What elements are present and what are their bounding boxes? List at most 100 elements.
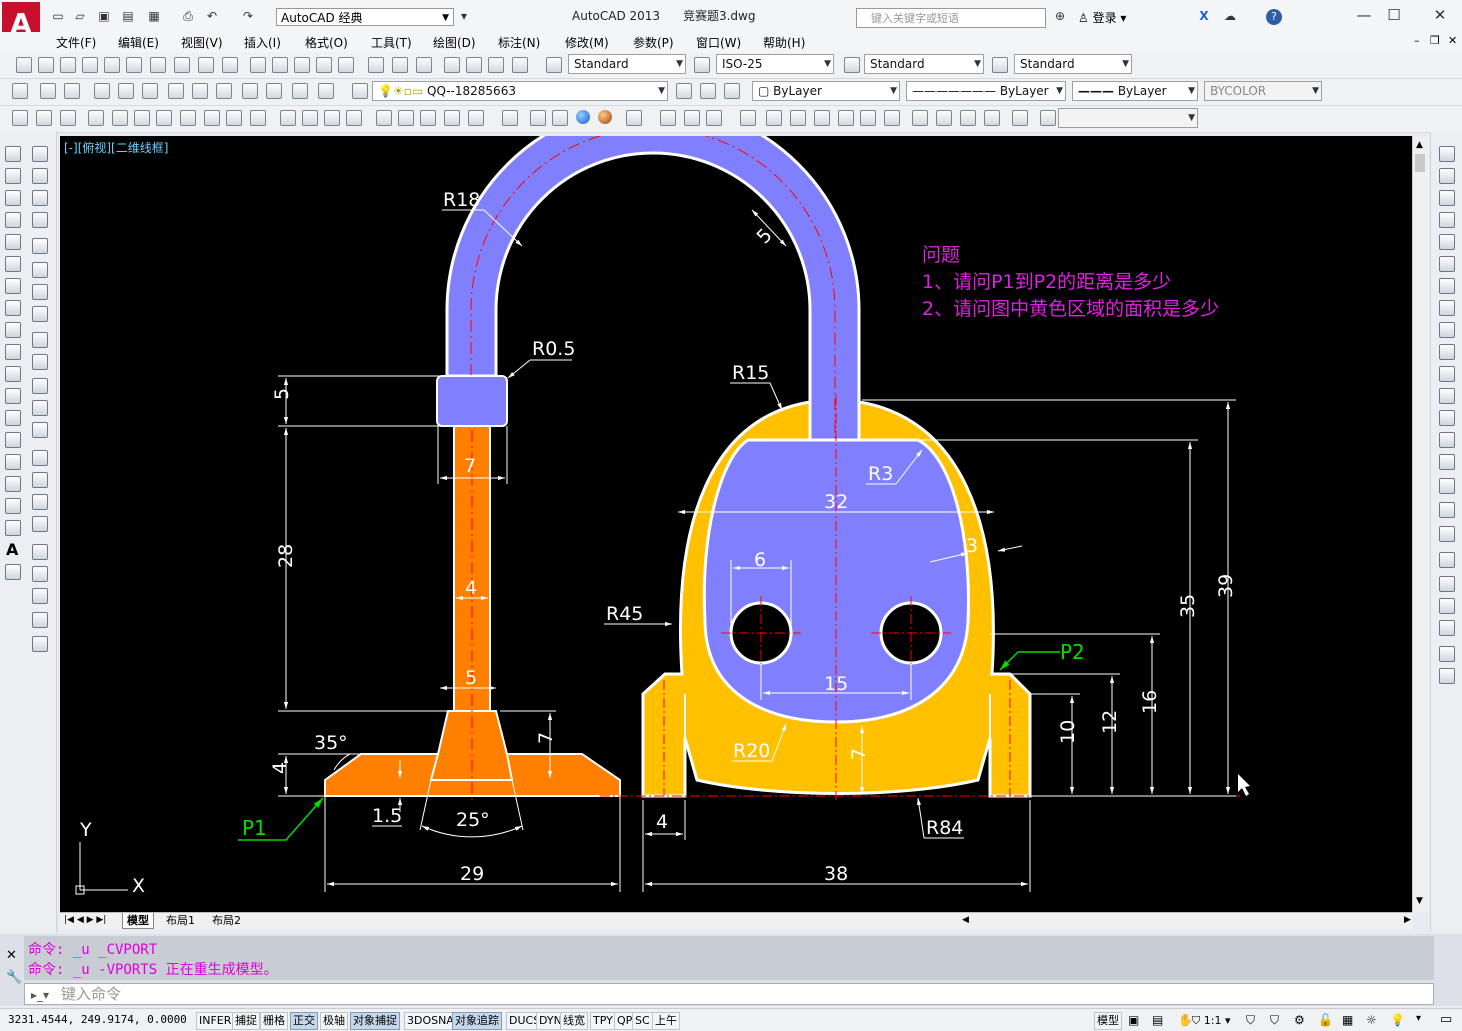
explode-icon[interactable] (32, 544, 48, 560)
status-am[interactable]: 上午 (652, 1012, 680, 1030)
cmd-close-icon[interactable]: ✕ (6, 948, 17, 963)
status-otrack[interactable]: 对象追踪 (452, 1012, 502, 1030)
exchange-icon[interactable]: X (1196, 9, 1212, 23)
minimize-button[interactable]: — (1350, 4, 1378, 26)
menu-insert[interactable]: 插入(I) (244, 34, 281, 51)
dim-linear-right-icon[interactable] (1439, 146, 1455, 162)
linetype-select[interactable]: ——————— ByLayer ▼ (906, 81, 1066, 101)
render-icon[interactable] (502, 110, 518, 126)
status-osnap[interactable]: 对象捕捉 (350, 1012, 400, 1030)
offset-icon[interactable] (32, 212, 48, 228)
menu-parametric[interactable]: 参数(P) (633, 34, 674, 51)
blend-curves-icon[interactable] (32, 516, 48, 532)
menu-modify[interactable]: 修改(M) (565, 34, 609, 51)
viewport-object-icon[interactable] (420, 110, 436, 126)
pan-icon[interactable] (660, 110, 676, 126)
construction-line-icon[interactable] (5, 168, 21, 184)
isolate-objects-icon[interactable]: ☼ (1366, 1013, 1377, 1027)
text-style-select[interactable]: Standard ▼ (568, 54, 686, 74)
layer-properties-icon[interactable] (352, 83, 368, 99)
close-button[interactable]: ✕ (1426, 4, 1454, 26)
dim-radius-icon[interactable] (1439, 234, 1455, 250)
dim-arc-icon[interactable] (1439, 190, 1455, 206)
pyramid-icon[interactable] (174, 57, 190, 73)
named-views-icon[interactable] (88, 110, 104, 126)
annotation-visibility-icon[interactable]: ⛉ (1246, 1013, 1255, 1028)
ucs-3point-icon[interactable] (168, 83, 184, 99)
dim-style-icon[interactable] (694, 57, 710, 73)
toolbar-lock-icon[interactable]: 🔓 (1318, 1013, 1333, 1027)
undo-icon[interactable]: ↶ (204, 9, 220, 23)
viewport-scale-icon[interactable] (468, 110, 484, 126)
left-view-icon[interactable] (156, 110, 172, 126)
subtract-icon[interactable] (392, 57, 408, 73)
menu-format[interactable]: 格式(O) (305, 34, 348, 51)
layer-select[interactable]: 💡☀▫▭ QQ--18285663 ▼ (372, 81, 668, 101)
status-menu-icon[interactable]: ▾ (1416, 1013, 1421, 1024)
mesh-uncrease-icon[interactable] (984, 110, 1000, 126)
ucs-icon[interactable] (12, 83, 28, 99)
quick-dim-icon[interactable] (1439, 322, 1455, 338)
3drotate-icon[interactable] (466, 57, 482, 73)
loft-icon[interactable] (338, 57, 354, 73)
menu-tools[interactable]: 工具(T) (371, 34, 412, 51)
table-icon[interactable] (5, 520, 21, 536)
fly-icon[interactable] (706, 110, 722, 126)
menu-view[interactable]: 视图(V) (181, 34, 223, 51)
ucs-x-icon[interactable] (192, 83, 208, 99)
cylinder-icon[interactable] (126, 57, 142, 73)
layer-tools-2-icon[interactable] (1439, 576, 1455, 592)
layer-tools-3-icon[interactable] (1439, 598, 1455, 614)
quick-access-dropdown-icon[interactable]: ▾ (456, 9, 472, 23)
layer-tools-4-icon[interactable] (1439, 620, 1455, 636)
hardware-accel-icon[interactable]: ▦ (1342, 1013, 1353, 1027)
command-input[interactable]: ▸_▾ 键入命令 (24, 983, 1434, 1005)
point-icon[interactable] (5, 432, 21, 448)
front-view-icon[interactable] (204, 110, 220, 126)
camera-icon[interactable] (740, 110, 756, 126)
revolve-icon[interactable] (316, 57, 332, 73)
jogged-linear-icon[interactable] (1439, 502, 1455, 518)
visual-style-conceptual-icon[interactable] (346, 110, 362, 126)
dim-ordinate-icon[interactable] (1439, 212, 1455, 228)
hide-icon[interactable] (530, 110, 546, 126)
sweep-icon[interactable] (294, 57, 310, 73)
ucs-apply-icon[interactable] (266, 83, 282, 99)
solid-edit-edge-icon[interactable] (838, 110, 854, 126)
dim-diameter-icon[interactable] (1439, 278, 1455, 294)
command-prompt-icon[interactable]: ▸_▾ (31, 985, 49, 1005)
menu-draw[interactable]: 绘图(D) (433, 34, 476, 51)
mesh-smooth-icon[interactable] (912, 110, 928, 126)
visual-style-hidden-icon[interactable] (302, 110, 318, 126)
make-block-icon[interactable] (5, 410, 21, 426)
solid-edit-face-icon[interactable] (814, 110, 830, 126)
tab-layout2[interactable]: 布局2 (208, 913, 245, 928)
status-bulb-icon[interactable]: 💡 (1390, 1013, 1405, 1027)
status-model-space[interactable]: 模型 (1094, 1012, 1122, 1030)
color-select[interactable]: ▢ ByLayer ▼ (752, 81, 900, 101)
redo-icon[interactable]: ↷ (240, 9, 256, 23)
clean-screen-icon[interactable]: ▭ (1440, 1012, 1452, 1027)
orbit-icon[interactable] (12, 110, 28, 126)
ucs-origin-icon[interactable] (118, 83, 134, 99)
status-sc[interactable]: SC (632, 1012, 653, 1030)
visual-style-wireframe-icon[interactable] (280, 110, 296, 126)
stretch-icon[interactable] (32, 332, 48, 348)
dim-aligned-icon[interactable] (1439, 168, 1455, 184)
hscroll-left-icon[interactable]: ◀ (958, 913, 973, 928)
mleader-style-select[interactable]: Standard ▼ (1014, 54, 1132, 74)
ucs-y-icon[interactable] (216, 83, 232, 99)
table-style-icon[interactable] (844, 57, 860, 73)
center-mark-icon[interactable] (1439, 454, 1455, 470)
viewport-poly-icon[interactable] (398, 110, 414, 126)
gradient-icon[interactable] (5, 476, 21, 492)
break-at-point-icon[interactable] (32, 400, 48, 416)
extend-icon[interactable] (32, 378, 48, 394)
sun-properties-icon[interactable] (1012, 110, 1028, 126)
arc-icon[interactable] (5, 256, 21, 272)
tab-nav-arrows-icon[interactable]: |◀ ◀ ▶ ▶| (60, 913, 110, 928)
text-edit-icon[interactable] (1439, 646, 1455, 662)
workspace-switch-icon[interactable]: ⚙ (1294, 1013, 1305, 1027)
tolerance-icon[interactable] (1439, 432, 1455, 448)
break-icon[interactable] (32, 422, 48, 438)
